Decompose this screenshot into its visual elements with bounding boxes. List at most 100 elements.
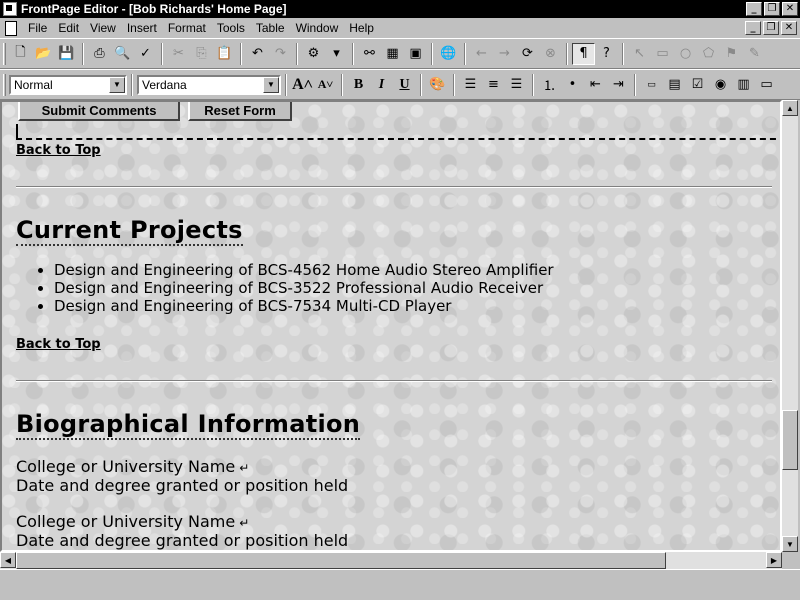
italic-icon[interactable]: I [370, 74, 393, 96]
back-icon[interactable]: ← [470, 43, 493, 65]
doc-minimize-button[interactable]: _ [745, 21, 761, 35]
doc-close-button[interactable]: ✕ [781, 21, 797, 35]
increase-indent-icon[interactable]: ⇥ [607, 74, 630, 96]
document-icon[interactable] [3, 20, 19, 36]
reset-form-button[interactable]: Reset Form [188, 102, 292, 121]
print-preview-icon[interactable]: 🔍 [111, 43, 134, 65]
menu-table[interactable]: Table [251, 21, 291, 35]
frontpage-app-icon[interactable] [3, 2, 17, 16]
menu-bar: File Edit View Insert Format Tools Table… [0, 18, 800, 38]
toolbar-separator [82, 42, 84, 65]
print-icon[interactable]: ⎙ [88, 43, 111, 65]
line-break-icon: ↵ [239, 516, 250, 530]
paste-icon[interactable]: 📋 [213, 43, 236, 65]
underline-icon[interactable]: U [393, 74, 416, 96]
vertical-scroll-thumb[interactable] [782, 410, 798, 470]
degree-detail: Date and degree granted or position held [16, 531, 349, 550]
toolbar-grip[interactable] [3, 42, 6, 65]
submit-comments-button[interactable]: Submit Comments [18, 102, 180, 121]
menu-insert[interactable]: Insert [122, 21, 163, 35]
increase-font-icon[interactable]: A˄ [291, 74, 314, 96]
rectangle-icon[interactable]: ▭ [651, 43, 674, 65]
circle-icon[interactable]: ○ [674, 43, 697, 65]
horizontal-scroll-thumb[interactable] [16, 552, 666, 569]
image-icon[interactable]: ▣ [404, 43, 427, 65]
toolbar-separator [352, 42, 354, 65]
editor-pane[interactable]: Submit Comments Reset Form Back to Top C… [0, 100, 782, 552]
menu-edit[interactable]: Edit [53, 21, 85, 35]
standard-toolbar: 🗋 📂 💾 ⎙ 🔍 ✓ ✂ ⎘ 📋 ↶ ↷ ⚙ ▾ ⚯ ▦ ▣ 🌐 ← → ⟳ … [0, 38, 800, 69]
menu-tools[interactable]: Tools [212, 21, 251, 35]
institution-name: College or University Name [16, 457, 236, 476]
save-icon[interactable]: 💾 [55, 43, 78, 65]
restore-button[interactable]: ❐ [764, 2, 780, 16]
horizontal-rule [16, 186, 772, 188]
radio-button-icon[interactable]: ◉ [709, 74, 732, 96]
redo-icon[interactable]: ↷ [269, 43, 292, 65]
forward-icon[interactable]: → [493, 43, 516, 65]
style-dropdown[interactable]: Normal ▼ [9, 74, 127, 95]
toolbar-grip[interactable] [3, 73, 6, 96]
align-center-icon[interactable]: ≡ [482, 74, 505, 96]
chevron-down-icon[interactable]: ▼ [109, 76, 125, 93]
minimize-button[interactable]: _ [746, 2, 762, 16]
align-left-icon[interactable]: ☰ [459, 74, 482, 96]
cut-icon[interactable]: ✂ [167, 43, 190, 65]
textbox-icon[interactable]: ▭ [640, 74, 663, 96]
form-field-icon[interactable]: ▾ [325, 43, 348, 65]
toolbar-separator [634, 73, 636, 96]
hotspot-icon[interactable]: ⚑ [720, 43, 743, 65]
menu-help[interactable]: Help [344, 21, 380, 35]
close-button[interactable]: ✕ [782, 2, 798, 16]
show-paragraph-icon[interactable]: ¶ [572, 42, 595, 65]
font-dropdown[interactable]: Verdana ▼ [137, 74, 281, 95]
hyperlink-icon[interactable]: 🌐 [437, 43, 460, 65]
scrolling-textbox-icon[interactable]: ▤ [663, 74, 686, 96]
toolbar-separator [341, 73, 343, 96]
table-icon[interactable]: ⚯ [358, 43, 381, 65]
align-right-icon[interactable]: ☰ [505, 74, 528, 96]
webbot-icon[interactable]: ⚙ [302, 43, 325, 65]
table-grid-icon[interactable]: ▦ [381, 43, 404, 65]
open-icon[interactable]: 📂 [32, 43, 55, 65]
highlight-icon[interactable]: ✎ [743, 43, 766, 65]
undo-icon[interactable]: ↶ [246, 43, 269, 65]
chevron-down-icon[interactable]: ▼ [263, 76, 279, 93]
toolbar-separator [622, 42, 624, 65]
numbered-list-icon[interactable]: ⒈ [538, 74, 561, 96]
text-color-icon[interactable]: 🎨 [426, 74, 449, 96]
new-page-icon[interactable]: 🗋 [9, 43, 32, 65]
refresh-icon[interactable]: ⟳ [516, 43, 539, 65]
push-button-icon[interactable]: ▭ [755, 74, 778, 96]
help-icon[interactable]: ? [595, 43, 618, 65]
scroll-left-icon[interactable]: ◀ [0, 552, 16, 568]
bulleted-list-icon[interactable]: • [561, 74, 584, 96]
bold-icon[interactable]: B [347, 74, 370, 96]
decrease-indent-icon[interactable]: ⇤ [584, 74, 607, 96]
window-title: FrontPage Editor - [Bob Richards' Home P… [21, 2, 287, 16]
scroll-up-icon[interactable]: ▲ [782, 100, 798, 116]
spelling-icon[interactable]: ✓ [134, 43, 157, 65]
back-to-top-link[interactable]: Back to Top [16, 143, 101, 158]
decrease-font-icon[interactable]: A˅ [314, 74, 337, 96]
horizontal-scrollbar[interactable]: ◀ ▶ [0, 552, 782, 569]
menu-view[interactable]: View [85, 21, 122, 35]
doc-restore-button[interactable]: ❐ [763, 21, 779, 35]
menu-window[interactable]: Window [291, 21, 345, 35]
back-to-top-link[interactable]: Back to Top [16, 337, 101, 352]
polygon-icon[interactable]: ⬠ [697, 43, 720, 65]
checkbox-icon[interactable]: ☑ [686, 74, 709, 96]
scroll-right-icon[interactable]: ▶ [766, 552, 782, 568]
bio-entry: College or University Name ↵ Date and deg… [16, 513, 348, 550]
copy-icon[interactable]: ⎘ [190, 43, 213, 65]
stop-icon[interactable]: ⊗ [539, 43, 562, 65]
vertical-scrollbar[interactable]: ▲ ▼ [782, 100, 798, 552]
status-bar [0, 569, 800, 600]
toolbar-separator [240, 42, 242, 65]
font-dropdown-value: Verdana [142, 77, 187, 92]
scroll-down-icon[interactable]: ▼ [782, 536, 798, 552]
select-icon[interactable]: ↖ [628, 43, 651, 65]
dropdown-menu-icon[interactable]: ▥ [732, 74, 755, 96]
menu-file[interactable]: File [23, 21, 53, 35]
menu-format[interactable]: Format [163, 21, 212, 35]
